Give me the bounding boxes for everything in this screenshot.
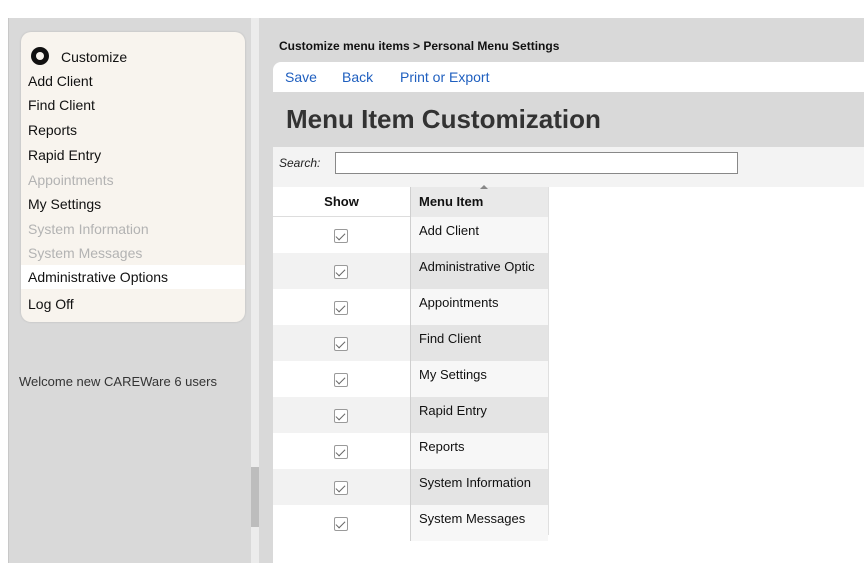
show-cell bbox=[273, 505, 410, 541]
breadcrumb: Customize menu items > Personal Menu Set… bbox=[279, 39, 560, 53]
back-button[interactable]: Back bbox=[342, 69, 373, 85]
sidebar-item-my-settings[interactable]: My Settings bbox=[28, 196, 101, 212]
main-panel: Customize menu items > Personal Menu Set… bbox=[259, 18, 864, 563]
menu-item-cell: Add Client bbox=[410, 217, 548, 253]
page-title: Menu Item Customization bbox=[286, 104, 601, 134]
search-input[interactable] bbox=[335, 152, 738, 174]
table-row: Administrative Optic bbox=[273, 253, 548, 289]
menu-item-cell: Administrative Optic bbox=[410, 253, 548, 289]
column-header-menu-item[interactable]: Menu Item bbox=[410, 187, 548, 217]
show-cell bbox=[273, 397, 410, 433]
show-checkbox[interactable] bbox=[334, 409, 348, 423]
show-cell bbox=[273, 253, 410, 289]
table-row: Reports bbox=[273, 433, 548, 469]
show-cell bbox=[273, 217, 410, 253]
search-label: Search: bbox=[279, 156, 321, 170]
menu-item-cell: Reports bbox=[410, 433, 548, 469]
show-checkbox[interactable] bbox=[334, 337, 348, 351]
show-checkbox[interactable] bbox=[334, 445, 348, 459]
menu-item-cell: My Settings bbox=[410, 361, 548, 397]
sidebar-item-reports[interactable]: Reports bbox=[28, 122, 77, 138]
show-checkbox[interactable] bbox=[334, 517, 348, 531]
menu-item-cell: Appointments bbox=[410, 289, 548, 325]
table-container: Show Menu Item Add Client Administrative… bbox=[273, 185, 864, 563]
sidebar-item-system-messages: System Messages bbox=[28, 245, 143, 261]
gear-icon[interactable] bbox=[31, 47, 49, 65]
sidebar-item-system-information: System Information bbox=[28, 221, 149, 237]
sidebar-item-find-client[interactable]: Find Client bbox=[28, 97, 95, 113]
menu-item-cell: Rapid Entry bbox=[410, 397, 548, 433]
left-sidebar: Customize Add Client Find Client Reports… bbox=[8, 18, 251, 563]
menu-item-cell: System Information bbox=[410, 469, 548, 505]
table-row: My Settings bbox=[273, 361, 548, 397]
print-export-button[interactable]: Print or Export bbox=[400, 69, 489, 85]
search-bar: Search: bbox=[273, 147, 864, 187]
show-cell bbox=[273, 469, 410, 505]
table-row: Find Client bbox=[273, 325, 548, 361]
show-cell bbox=[273, 325, 410, 361]
show-cell bbox=[273, 361, 410, 397]
sidebar-item-customize[interactable]: Customize bbox=[61, 49, 127, 65]
table-row: System Information bbox=[273, 469, 548, 505]
welcome-message: Welcome new CAREWare 6 users bbox=[19, 374, 217, 389]
sidebar-item-log-off[interactable]: Log Off bbox=[28, 296, 74, 312]
save-button[interactable]: Save bbox=[285, 69, 317, 85]
sidebar-item-administrative-options[interactable]: Administrative Options bbox=[21, 265, 245, 289]
show-checkbox[interactable] bbox=[334, 373, 348, 387]
show-checkbox[interactable] bbox=[334, 301, 348, 315]
show-checkbox[interactable] bbox=[334, 481, 348, 495]
menu-item-cell: Find Client bbox=[410, 325, 548, 361]
show-cell bbox=[273, 289, 410, 325]
show-cell bbox=[273, 433, 410, 469]
table-row: Rapid Entry bbox=[273, 397, 548, 433]
sidebar-item-appointments: Appointments bbox=[28, 172, 114, 188]
show-checkbox[interactable] bbox=[334, 229, 348, 243]
table-right-border bbox=[548, 187, 549, 535]
toolbar: Save Back Print or Export bbox=[273, 62, 864, 92]
table-row: System Messages bbox=[273, 505, 548, 541]
table-row: Add Client bbox=[273, 217, 548, 253]
menu-item-cell: System Messages bbox=[410, 505, 548, 541]
column-header-show[interactable]: Show bbox=[273, 187, 410, 217]
sidebar-item-rapid-entry[interactable]: Rapid Entry bbox=[28, 147, 101, 163]
show-checkbox[interactable] bbox=[334, 265, 348, 279]
main-menu: Customize Add Client Find Client Reports… bbox=[21, 32, 245, 322]
sidebar-scrollbar-thumb[interactable] bbox=[251, 467, 259, 527]
sort-ascending-icon bbox=[480, 185, 488, 189]
table-row: Appointments bbox=[273, 289, 548, 325]
sidebar-item-add-client[interactable]: Add Client bbox=[28, 73, 93, 89]
